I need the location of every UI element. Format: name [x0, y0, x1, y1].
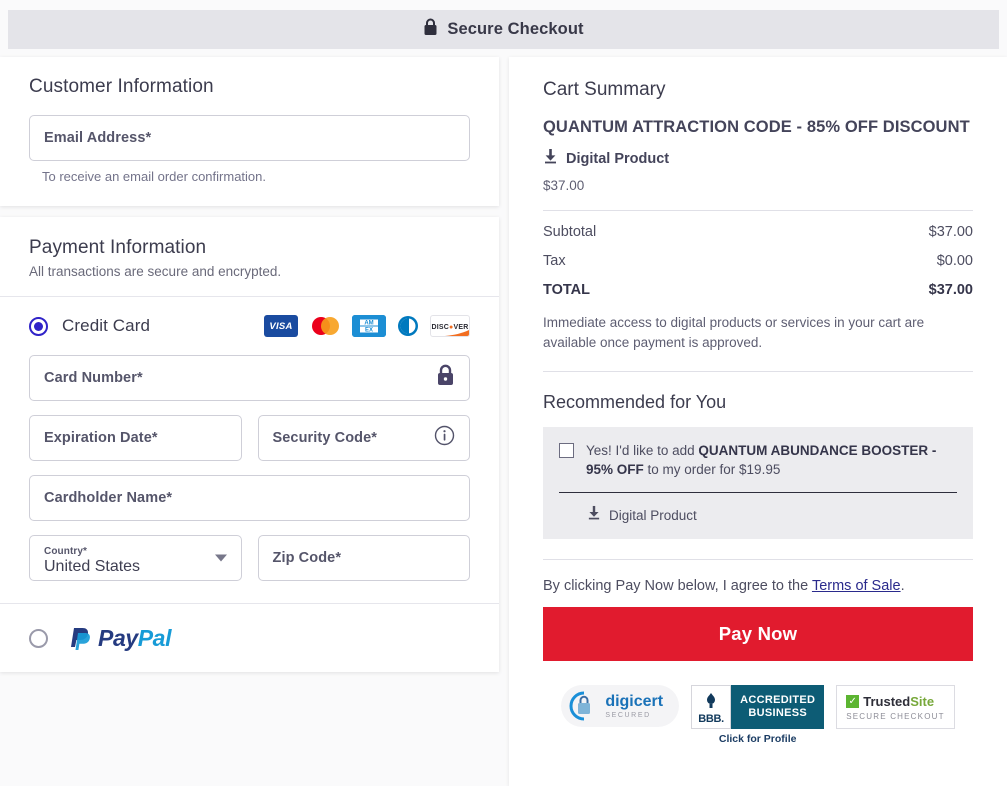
secure-checkout-title: Secure Checkout [447, 20, 584, 38]
discover-icon: DISC●VER [430, 315, 470, 337]
trustedsite-sub: SECURE CHECKOUT [846, 711, 945, 721]
credit-card-option[interactable]: Credit Card VISA AM EX DISC●VER [29, 315, 470, 337]
diners-club-icon [394, 315, 422, 337]
total-row: TOTAL $37.00 [543, 282, 973, 298]
divider [559, 492, 957, 493]
subtotal-value: $37.00 [928, 224, 973, 240]
email-helper-text: To receive an email order confirmation. [42, 169, 266, 184]
trust-badges: digicert SECURED BBB. ACCREDITED BUSINES… [543, 685, 973, 745]
bbb-torch-icon: BBB. [691, 685, 732, 729]
svg-text:AM: AM [364, 321, 373, 327]
credit-card-label: Credit Card [62, 316, 151, 335]
customer-information-card: Customer Information Email Address* To r… [0, 57, 499, 206]
security-code-field[interactable]: Security Code* [257, 415, 470, 461]
pay-now-button[interactable]: Pay Now [543, 607, 973, 661]
bbb-line2: BUSINESS [748, 707, 807, 719]
zip-code-placeholder: Zip Code* [272, 550, 342, 566]
divider [543, 371, 973, 372]
visa-icon: VISA [264, 315, 298, 337]
amex-icon: AM EX [352, 315, 386, 337]
zip-code-field[interactable]: Zip Code* [257, 535, 470, 581]
payment-information-card: Payment Information All transactions are… [0, 217, 499, 672]
tax-label: Tax [543, 253, 566, 269]
info-icon[interactable] [434, 425, 455, 451]
expiration-date-placeholder: Expiration Date* [44, 430, 158, 446]
svg-text:EX: EX [365, 328, 373, 334]
product-digital-badge: Digital Product [543, 148, 973, 169]
terms-of-sale-link[interactable]: Terms of Sale [812, 578, 901, 594]
left-column: Customer Information Email Address* To r… [0, 57, 499, 672]
upsell-offer-text: Yes! I'd like to add QUANTUM ABUNDANCE B… [586, 441, 957, 479]
paypal-option[interactable]: Pay Pal [0, 604, 499, 672]
chevron-down-icon[interactable] [214, 554, 227, 562]
cart-summary-panel: Cart Summary QUANTUM ATTRACTION CODE - 8… [509, 57, 1007, 786]
check-icon: ✓ [846, 694, 860, 708]
digicert-badge[interactable]: digicert SECURED [561, 685, 680, 727]
email-placeholder: Email Address* [44, 130, 152, 146]
paypal-word-pay: Pay [98, 624, 138, 651]
download-icon [543, 148, 558, 169]
upsell-checkbox[interactable] [559, 443, 574, 458]
payment-information-title: Payment Information [29, 237, 207, 258]
digicert-name: digicert [605, 692, 664, 710]
paypal-logo: Pay Pal [64, 623, 171, 653]
lock-icon [436, 364, 455, 392]
expiration-date-field[interactable]: Expiration Date* [29, 415, 242, 461]
security-code-placeholder: Security Code* [272, 430, 378, 446]
bbb-line1: ACCREDITED [740, 694, 816, 706]
trustedsite-badge[interactable]: ✓ Trusted Site SECURE CHECKOUT [836, 685, 955, 729]
terms-prefix: By clicking Pay Now below, I agree to th… [543, 578, 812, 594]
mastercard-icon [306, 315, 344, 337]
tax-row: Tax $0.00 [543, 253, 973, 269]
payment-information-subtitle: All transactions are secure and encrypte… [29, 264, 282, 279]
digicert-lock-icon [569, 691, 591, 721]
upsell-offer-box[interactable]: Yes! I'd like to add QUANTUM ABUNDANCE B… [543, 427, 973, 539]
trustedsite-word2: Site [910, 693, 935, 709]
trustedsite-word1: Trusted [863, 693, 911, 709]
download-icon [587, 505, 601, 525]
country-value: United States [44, 557, 141, 575]
paypal-word-pal: Pal [137, 624, 172, 651]
country-select[interactable]: Country* United States [29, 535, 242, 581]
divider [543, 559, 973, 560]
cart-summary-title: Cart Summary [543, 79, 666, 100]
credit-card-radio[interactable] [29, 316, 48, 336]
customer-information-title: Customer Information [29, 76, 214, 97]
subtotal-row: Subtotal $37.00 [543, 224, 973, 240]
subtotal-label: Subtotal [543, 224, 597, 240]
digital-access-note: Immediate access to digital products or … [543, 315, 925, 350]
total-label: TOTAL [543, 282, 590, 298]
divider [543, 210, 973, 211]
total-value: $37.00 [928, 282, 973, 298]
paypal-icon [71, 628, 90, 650]
upsell-digital-label: Digital Product [609, 507, 697, 523]
recommended-title: Recommended for You [543, 392, 727, 412]
terms-text: By clicking Pay Now below, I agree to th… [543, 578, 973, 594]
card-brand-logos: VISA AM EX DISC●VER [264, 315, 470, 337]
country-label: Country* [44, 545, 88, 557]
cardholder-name-field[interactable]: Cardholder Name* [29, 475, 470, 521]
card-number-field[interactable]: Card Number* [29, 355, 470, 401]
upsell-digital-badge: Digital Product [559, 505, 957, 525]
digital-product-label: Digital Product [566, 150, 670, 167]
paypal-radio[interactable] [29, 628, 48, 648]
product-price: $37.00 [543, 178, 585, 193]
terms-suffix: . [900, 578, 905, 594]
lock-icon [423, 18, 438, 41]
card-number-placeholder: Card Number* [44, 370, 143, 386]
digicert-sub: SECURED [605, 711, 651, 719]
cardholder-name-placeholder: Cardholder Name* [44, 490, 173, 506]
bbb-badge[interactable]: BBB. ACCREDITED BUSINESS Click for Profi… [691, 685, 825, 745]
bbb-abbr: BBB. [698, 713, 724, 725]
upsell-suffix: to my order for $19.95 [643, 462, 781, 477]
bbb-click-for-profile[interactable]: Click for Profile [719, 733, 797, 745]
upsell-prefix: Yes! I'd like to add [586, 443, 699, 458]
secure-checkout-header: Secure Checkout [8, 10, 999, 49]
email-field[interactable]: Email Address* [29, 115, 470, 161]
product-name: QUANTUM ATTRACTION CODE - 85% OFF DISCOU… [543, 118, 970, 136]
tax-value: $0.00 [936, 253, 973, 269]
